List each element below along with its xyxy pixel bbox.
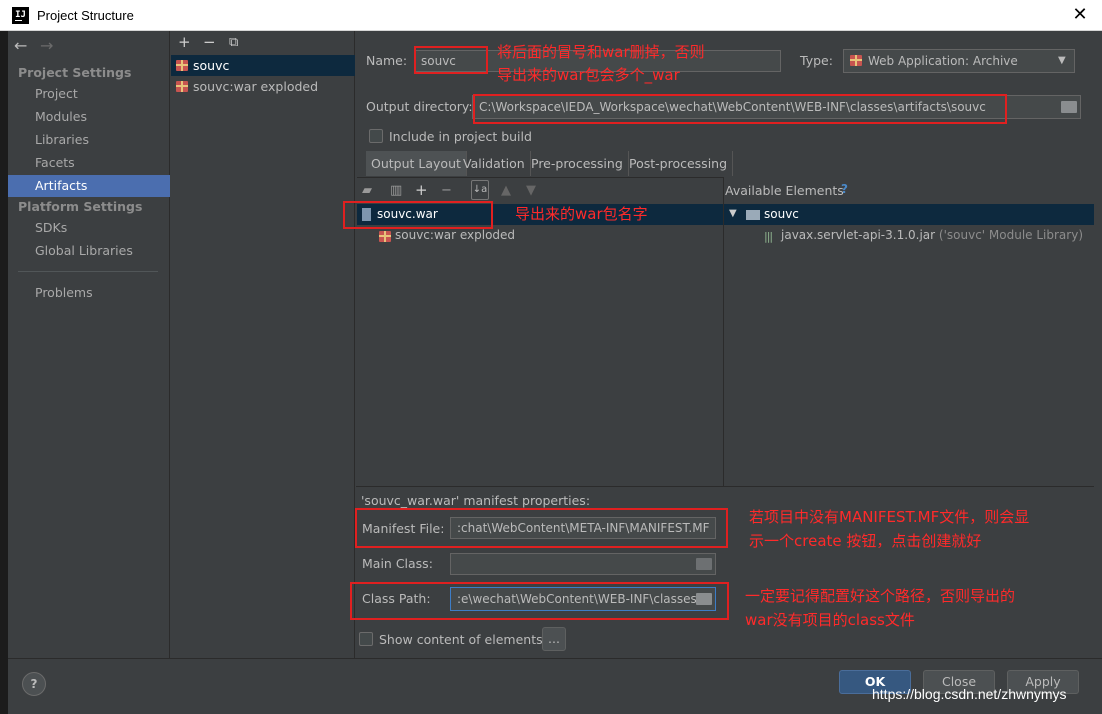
nav-item-modules[interactable]: Modules bbox=[8, 106, 170, 128]
manifest-annotation-line1: 若项目中没有MANIFEST.MF文件，则会显 bbox=[749, 508, 1030, 526]
nav-item-facets[interactable]: Facets bbox=[8, 152, 170, 174]
chevron-down-icon: ▼ bbox=[1058, 55, 1066, 66]
output-directory-highlight-box bbox=[473, 94, 1007, 124]
web-archive-icon bbox=[850, 55, 862, 66]
artifact-list-panel bbox=[170, 31, 355, 658]
output-directory-label: Output directory: bbox=[366, 99, 473, 114]
remove-element-icon[interactable]: − bbox=[441, 183, 452, 198]
library-jar-icon: ||| bbox=[764, 230, 773, 243]
artifact-item-souvc[interactable]: souvc bbox=[171, 55, 355, 76]
window-left-edge bbox=[0, 31, 8, 714]
include-build-checkbox[interactable] bbox=[369, 129, 383, 143]
create-directory-icon[interactable]: ▰ bbox=[362, 183, 372, 198]
nav-item-sdks[interactable]: SDKs bbox=[8, 217, 170, 239]
exploded-artifact-icon bbox=[379, 231, 391, 242]
name-label: Name: bbox=[366, 53, 408, 68]
artifact-exploded-icon bbox=[176, 81, 188, 92]
type-select[interactable]: Web Application: Archive bbox=[843, 49, 1075, 73]
tab-output-layout[interactable]: Output Layout bbox=[366, 151, 467, 176]
available-item-servlet-jar[interactable]: javax.servlet-api-3.1.0.jar ('souvc' Mod… bbox=[781, 228, 1083, 242]
show-content-label: Show content of elements bbox=[379, 632, 543, 647]
move-down-icon[interactable]: ▼ bbox=[526, 183, 536, 198]
nav-item-libraries[interactable]: Libraries bbox=[8, 129, 170, 151]
name-annotation-line2: 导出来的war包会多个_war bbox=[497, 66, 680, 84]
type-label: Type: bbox=[800, 53, 833, 68]
tab-pre-processing[interactable]: Pre-processing bbox=[526, 151, 629, 176]
main-class-browse-icon[interactable] bbox=[696, 558, 712, 570]
type-select-value: Web Application: Archive bbox=[868, 54, 1018, 68]
class-path-annotation-line2: war没有项目的class文件 bbox=[745, 611, 915, 629]
help-question-icon[interactable]: ? bbox=[841, 182, 848, 196]
intellij-app-icon: IJ bbox=[12, 7, 29, 24]
class-path-annotation-line1: 一定要记得配置好这个路径，否则导出的 bbox=[745, 587, 1016, 605]
project-settings-header: Project Settings bbox=[18, 65, 132, 80]
archive-icon[interactable]: ▥ bbox=[390, 183, 402, 198]
jar-name: javax.servlet-api-3.1.0.jar bbox=[781, 228, 936, 242]
move-up-icon[interactable]: ▲ bbox=[501, 183, 511, 198]
class-path-highlight-box bbox=[350, 582, 729, 620]
module-folder-icon bbox=[746, 210, 760, 220]
manifest-highlight-box bbox=[355, 508, 728, 548]
available-item-souvc[interactable]: souvc bbox=[764, 207, 799, 221]
war-name-highlight-box bbox=[343, 201, 493, 229]
close-window-icon[interactable]: ✕ bbox=[1068, 3, 1092, 27]
window-title: Project Structure bbox=[37, 8, 134, 23]
available-elements-label: Available Elements bbox=[725, 183, 844, 198]
tab-validation[interactable]: Validation bbox=[458, 151, 531, 176]
war-name-annotation: 导出来的war包名字 bbox=[515, 205, 648, 223]
main-class-input[interactable] bbox=[450, 553, 716, 575]
main-class-label: Main Class: bbox=[362, 556, 433, 571]
forward-arrow-icon[interactable]: → bbox=[40, 36, 53, 55]
nav-item-problems[interactable]: Problems bbox=[8, 282, 170, 304]
artifact-item-souvc-exploded[interactable]: souvc:war exploded bbox=[171, 76, 355, 97]
artifact-item-label: souvc bbox=[193, 58, 230, 73]
tab-post-processing[interactable]: Post-processing bbox=[624, 151, 734, 176]
back-arrow-icon[interactable]: ← bbox=[14, 36, 27, 55]
nav-item-artifacts[interactable]: Artifacts bbox=[8, 175, 170, 197]
manifest-annotation-line2: 示一个create 按钮，点击创建就好 bbox=[749, 532, 982, 550]
manifest-divider bbox=[356, 486, 1094, 487]
csdn-watermark: https://blog.csdn.net/zhwnymys bbox=[872, 686, 1067, 702]
layout-item-souvc-exploded[interactable]: souvc:war exploded bbox=[395, 228, 515, 242]
platform-settings-header: Platform Settings bbox=[18, 199, 143, 214]
expand-tree-icon[interactable]: ▼ bbox=[729, 208, 737, 219]
browse-folder-icon[interactable] bbox=[1061, 101, 1077, 113]
nav-item-project[interactable]: Project bbox=[8, 83, 170, 105]
nav-divider bbox=[18, 271, 158, 272]
add-artifact-button[interactable]: + bbox=[178, 33, 191, 51]
copy-artifact-button[interactable]: ⧉ bbox=[229, 35, 238, 50]
manifest-properties-header: 'souvc_war.war' manifest properties: bbox=[361, 493, 591, 508]
nav-item-global-libraries[interactable]: Global Libraries bbox=[8, 240, 170, 262]
show-content-options-button[interactable]: ... bbox=[542, 627, 566, 651]
artifact-item-label: souvc:war exploded bbox=[193, 79, 319, 94]
name-highlight-box bbox=[414, 46, 488, 74]
remove-artifact-button[interactable]: − bbox=[203, 33, 216, 51]
title-bar bbox=[0, 0, 1102, 31]
show-content-checkbox[interactable] bbox=[359, 632, 373, 646]
add-element-icon[interactable]: + bbox=[415, 181, 428, 199]
jar-note: ('souvc' Module Library) bbox=[938, 228, 1084, 242]
help-button[interactable]: ? bbox=[22, 672, 46, 696]
name-annotation-line1: 将后面的冒号和war删掉，否则 bbox=[497, 43, 705, 61]
include-build-label: Include in project build bbox=[389, 129, 532, 144]
artifact-war-icon bbox=[176, 60, 188, 71]
sort-elements-icon[interactable]: ↓a bbox=[471, 180, 489, 200]
